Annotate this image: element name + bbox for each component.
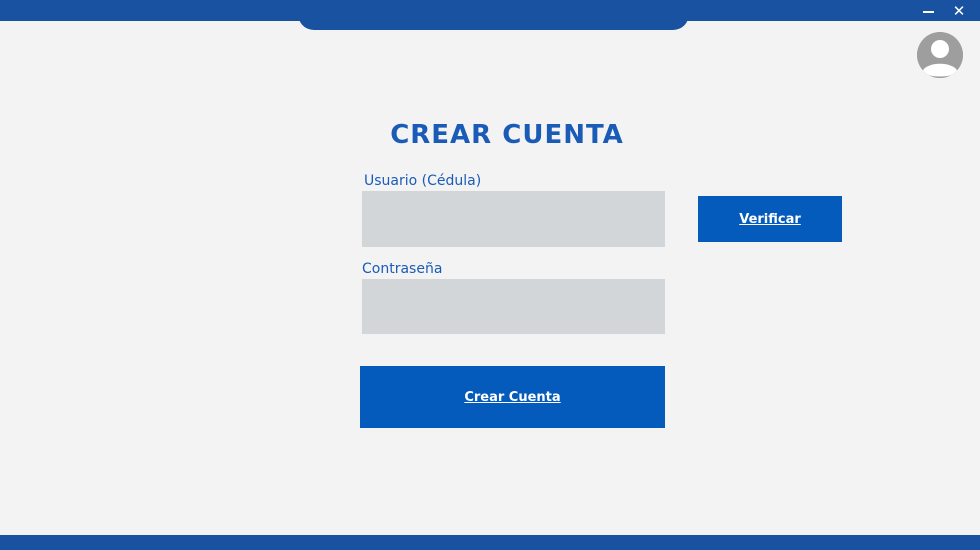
password-label: Contraseña	[362, 261, 443, 277]
close-icon: ✕	[952, 2, 966, 20]
bottom-bar	[0, 535, 980, 550]
page-title: Crear Cuenta	[390, 120, 624, 150]
top-tab-decoration	[298, 0, 689, 30]
minimize-icon	[922, 11, 934, 13]
close-button[interactable]: ✕	[950, 2, 968, 20]
password-field[interactable]	[362, 279, 665, 334]
user-id-field[interactable]	[362, 191, 665, 247]
avatar[interactable]	[917, 32, 963, 78]
user-avatar-icon	[917, 32, 963, 78]
minimize-button[interactable]	[919, 2, 937, 20]
create-account-button[interactable]: Crear Cuenta	[360, 366, 665, 428]
verify-button[interactable]: Verificar	[698, 196, 842, 242]
user-label: Usuario (Cédula)	[364, 173, 482, 189]
